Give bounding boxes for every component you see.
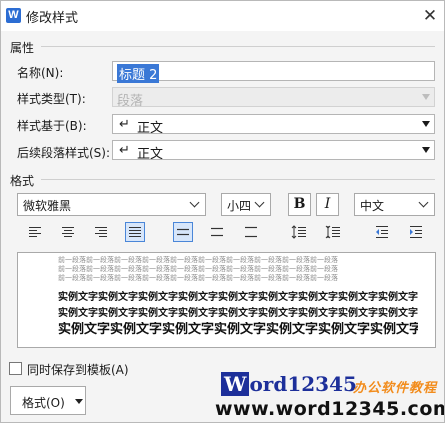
align-right-icon — [95, 227, 107, 237]
name-value: 标题 2 — [117, 64, 160, 83]
name-input[interactable]: 标题 2 — [112, 61, 435, 83]
double-spacing-icon — [245, 226, 257, 238]
paragraph-return-icon: ↵ — [119, 117, 130, 132]
one-half-spacing-icon — [211, 227, 223, 237]
italic-button[interactable]: I — [316, 193, 339, 216]
single-spacing-icon — [177, 228, 189, 236]
watermark-url: www.word12345.com — [215, 398, 445, 420]
dropdown-arrow-icon — [422, 94, 430, 100]
one-half-spacing-button[interactable] — [207, 222, 227, 242]
save-to-template-checkbox[interactable] — [9, 362, 22, 375]
format-heading: 格式 — [10, 174, 35, 188]
close-icon[interactable]: ✕ — [420, 6, 440, 26]
following-style-value: 正文 — [137, 147, 164, 162]
chevron-down-icon — [189, 197, 200, 208]
format-divider — [41, 179, 435, 180]
double-spacing-button[interactable] — [241, 222, 261, 242]
increase-indent-icon — [410, 226, 422, 238]
decrease-indent-button[interactable] — [372, 222, 392, 242]
increase-spacing-button[interactable] — [289, 222, 309, 242]
dropdown-arrow-icon — [75, 399, 83, 404]
properties-heading: 属性 — [10, 41, 35, 55]
increase-paragraph-spacing-icon — [291, 225, 306, 239]
properties-divider — [41, 46, 435, 47]
script-select[interactable]: 中文 — [354, 193, 435, 216]
format-menu-label: 格式(O) — [22, 396, 65, 410]
format-menu-button[interactable]: 格式(O) — [10, 386, 86, 415]
preview-previous-paragraph: 前一段落前一段落前一段落前一段落前一段落前一段落前一段落前一段落前一段落前一段落 — [58, 256, 338, 264]
align-justify-button[interactable] — [125, 222, 145, 242]
watermark-tagline: 办公软件教程 — [353, 381, 438, 396]
font-size-select[interactable]: 小四 — [221, 193, 271, 216]
bold-button[interactable]: B — [288, 193, 311, 216]
paragraph-return-icon: ↵ — [119, 143, 130, 158]
modify-style-dialog: W 修改样式 ✕ 属性 名称(N): 标题 2 样式类型(T): 段落 样式基于… — [0, 0, 445, 423]
font-family-select[interactable]: 微软雅黑 — [17, 193, 206, 216]
chevron-down-icon — [254, 197, 265, 208]
following-style-label: 后续段落样式(S): — [17, 146, 111, 160]
align-center-icon — [62, 227, 74, 237]
following-style-select[interactable]: ↵ 正文 — [112, 140, 435, 162]
single-spacing-button[interactable] — [173, 222, 193, 242]
preview-sample-text: 实例文字实例文字实例文字实例文字实例文字实例文字实例文字实例文字实例文字实例文字 — [58, 322, 418, 337]
decrease-indent-icon — [376, 226, 388, 238]
watermark-logo: Word12345 — [221, 372, 357, 396]
preview-sample-text: 实例文字实例文字实例文字实例文字实例文字实例文字实例文字实例文字实例文字实例文字 — [58, 308, 418, 319]
preview-sample-text: 实例文字实例文字实例文字实例文字实例文字实例文字实例文字实例文字实例文字实例文字 — [58, 292, 418, 303]
font-family-value: 微软雅黑 — [23, 199, 72, 213]
align-left-button[interactable] — [25, 222, 45, 242]
name-label: 名称(N): — [17, 66, 64, 80]
preview-previous-paragraph: 前一段落前一段落前一段落前一段落前一段落前一段落前一段落前一段落前一段落前一段落 — [58, 274, 338, 282]
chevron-down-icon — [418, 197, 429, 208]
align-center-button[interactable] — [58, 222, 78, 242]
increase-indent-button[interactable] — [406, 222, 426, 242]
wps-writer-icon: W — [6, 8, 21, 23]
title-bar: W 修改样式 ✕ — [1, 1, 444, 31]
style-type-value: 段落 — [117, 94, 144, 109]
script-value: 中文 — [360, 199, 385, 213]
based-on-value: 正文 — [137, 121, 164, 136]
style-type-select: 段落 — [112, 87, 435, 109]
dialog-title: 修改样式 — [26, 11, 79, 26]
watermark: Word12345 办公软件教程 www.word12345.com — [213, 368, 445, 422]
dropdown-arrow-icon — [422, 121, 430, 127]
based-on-label: 样式基于(B): — [17, 119, 87, 133]
decrease-paragraph-spacing-icon — [325, 225, 340, 239]
style-type-label: 样式类型(T): — [17, 92, 86, 106]
font-size-value: 小四 — [227, 199, 252, 213]
align-right-button[interactable] — [91, 222, 111, 242]
dropdown-arrow-icon — [422, 147, 430, 153]
align-justify-icon — [129, 227, 141, 237]
align-left-icon — [29, 227, 41, 237]
watermark-logo-initial: W — [221, 372, 250, 396]
based-on-select[interactable]: ↵ 正文 — [112, 114, 435, 136]
save-to-template-label: 同时保存到模板(A) — [27, 363, 129, 377]
preview-previous-paragraph: 前一段落前一段落前一段落前一段落前一段落前一段落前一段落前一段落前一段落前一段落 — [58, 265, 338, 273]
style-preview: 前一段落前一段落前一段落前一段落前一段落前一段落前一段落前一段落前一段落前一段落… — [17, 252, 436, 348]
decrease-spacing-button[interactable] — [323, 222, 343, 242]
watermark-logo-text: ord12345 — [249, 372, 357, 396]
